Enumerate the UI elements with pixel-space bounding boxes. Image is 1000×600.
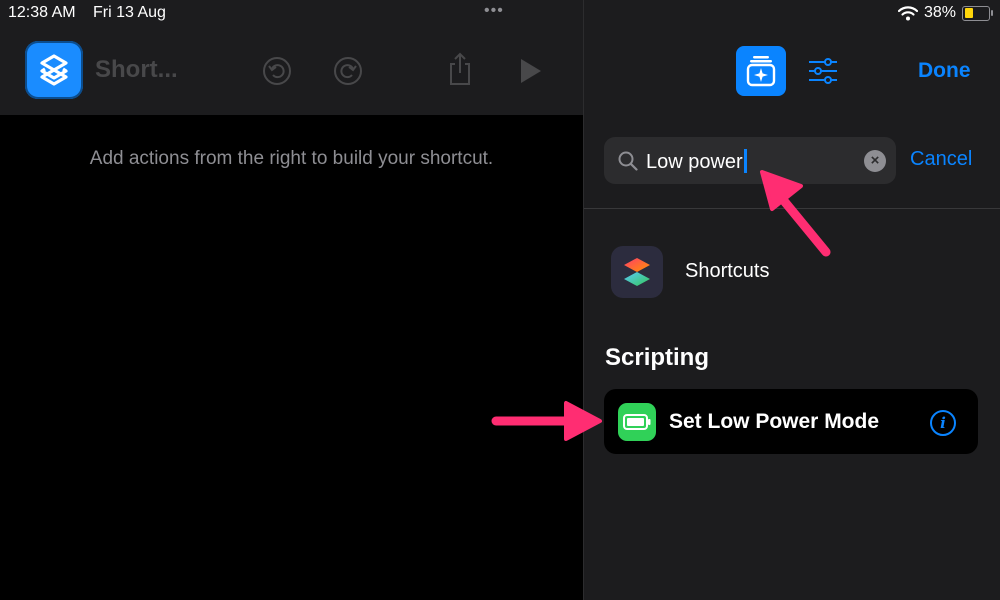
info-icon[interactable]: i [930, 410, 956, 436]
shortcuts-app-icon[interactable] [611, 246, 663, 298]
library-sparkle-icon [746, 56, 776, 87]
action-label: Set Low Power Mode [669, 410, 880, 433]
empty-editor-hint: Add actions from the right to build your… [89, 148, 494, 169]
search-input[interactable]: Low power [646, 151, 743, 173]
shortcut-icon[interactable] [25, 41, 83, 99]
share-icon[interactable] [442, 51, 478, 87]
battery-icon [618, 403, 656, 441]
undo-icon[interactable] [259, 53, 295, 89]
battery-icon [962, 5, 993, 21]
search-field[interactable]: Low power × [604, 137, 896, 184]
text-caret [743, 149, 747, 173]
settings-sliders-button[interactable] [806, 54, 840, 88]
app-result-label[interactable]: Shortcuts [685, 260, 769, 283]
status-date: Fri 13 Aug [93, 4, 166, 21]
search-divider [584, 208, 1000, 209]
wifi-icon [897, 5, 918, 20]
search-icon [618, 151, 638, 171]
shortcut-title[interactable]: Short... [95, 56, 178, 84]
shortcuts-logo-icon [624, 258, 650, 286]
status-right: 38% [897, 4, 993, 22]
clear-search-icon[interactable]: × [864, 150, 886, 172]
action-library-button[interactable] [736, 46, 786, 96]
sliders-icon [809, 58, 837, 84]
play-icon[interactable] [512, 53, 548, 89]
battery-percent: 38% [923, 4, 956, 21]
status-time: 12:38 AM [8, 4, 76, 21]
redo-icon[interactable] [330, 53, 366, 89]
done-button[interactable]: Done [918, 59, 971, 83]
shortcuts-glyph-icon [40, 54, 68, 86]
action-set-low-power-mode[interactable]: Set Low Power Mode i [604, 389, 978, 454]
section-header-scripting: Scripting [605, 344, 710, 371]
search-input-wrap[interactable]: Low power [646, 149, 747, 174]
multitask-handle[interactable]: ••• [484, 2, 504, 20]
cancel-button[interactable]: Cancel [910, 148, 972, 171]
actions-panel [584, 0, 1000, 600]
battery-level [964, 8, 973, 18]
